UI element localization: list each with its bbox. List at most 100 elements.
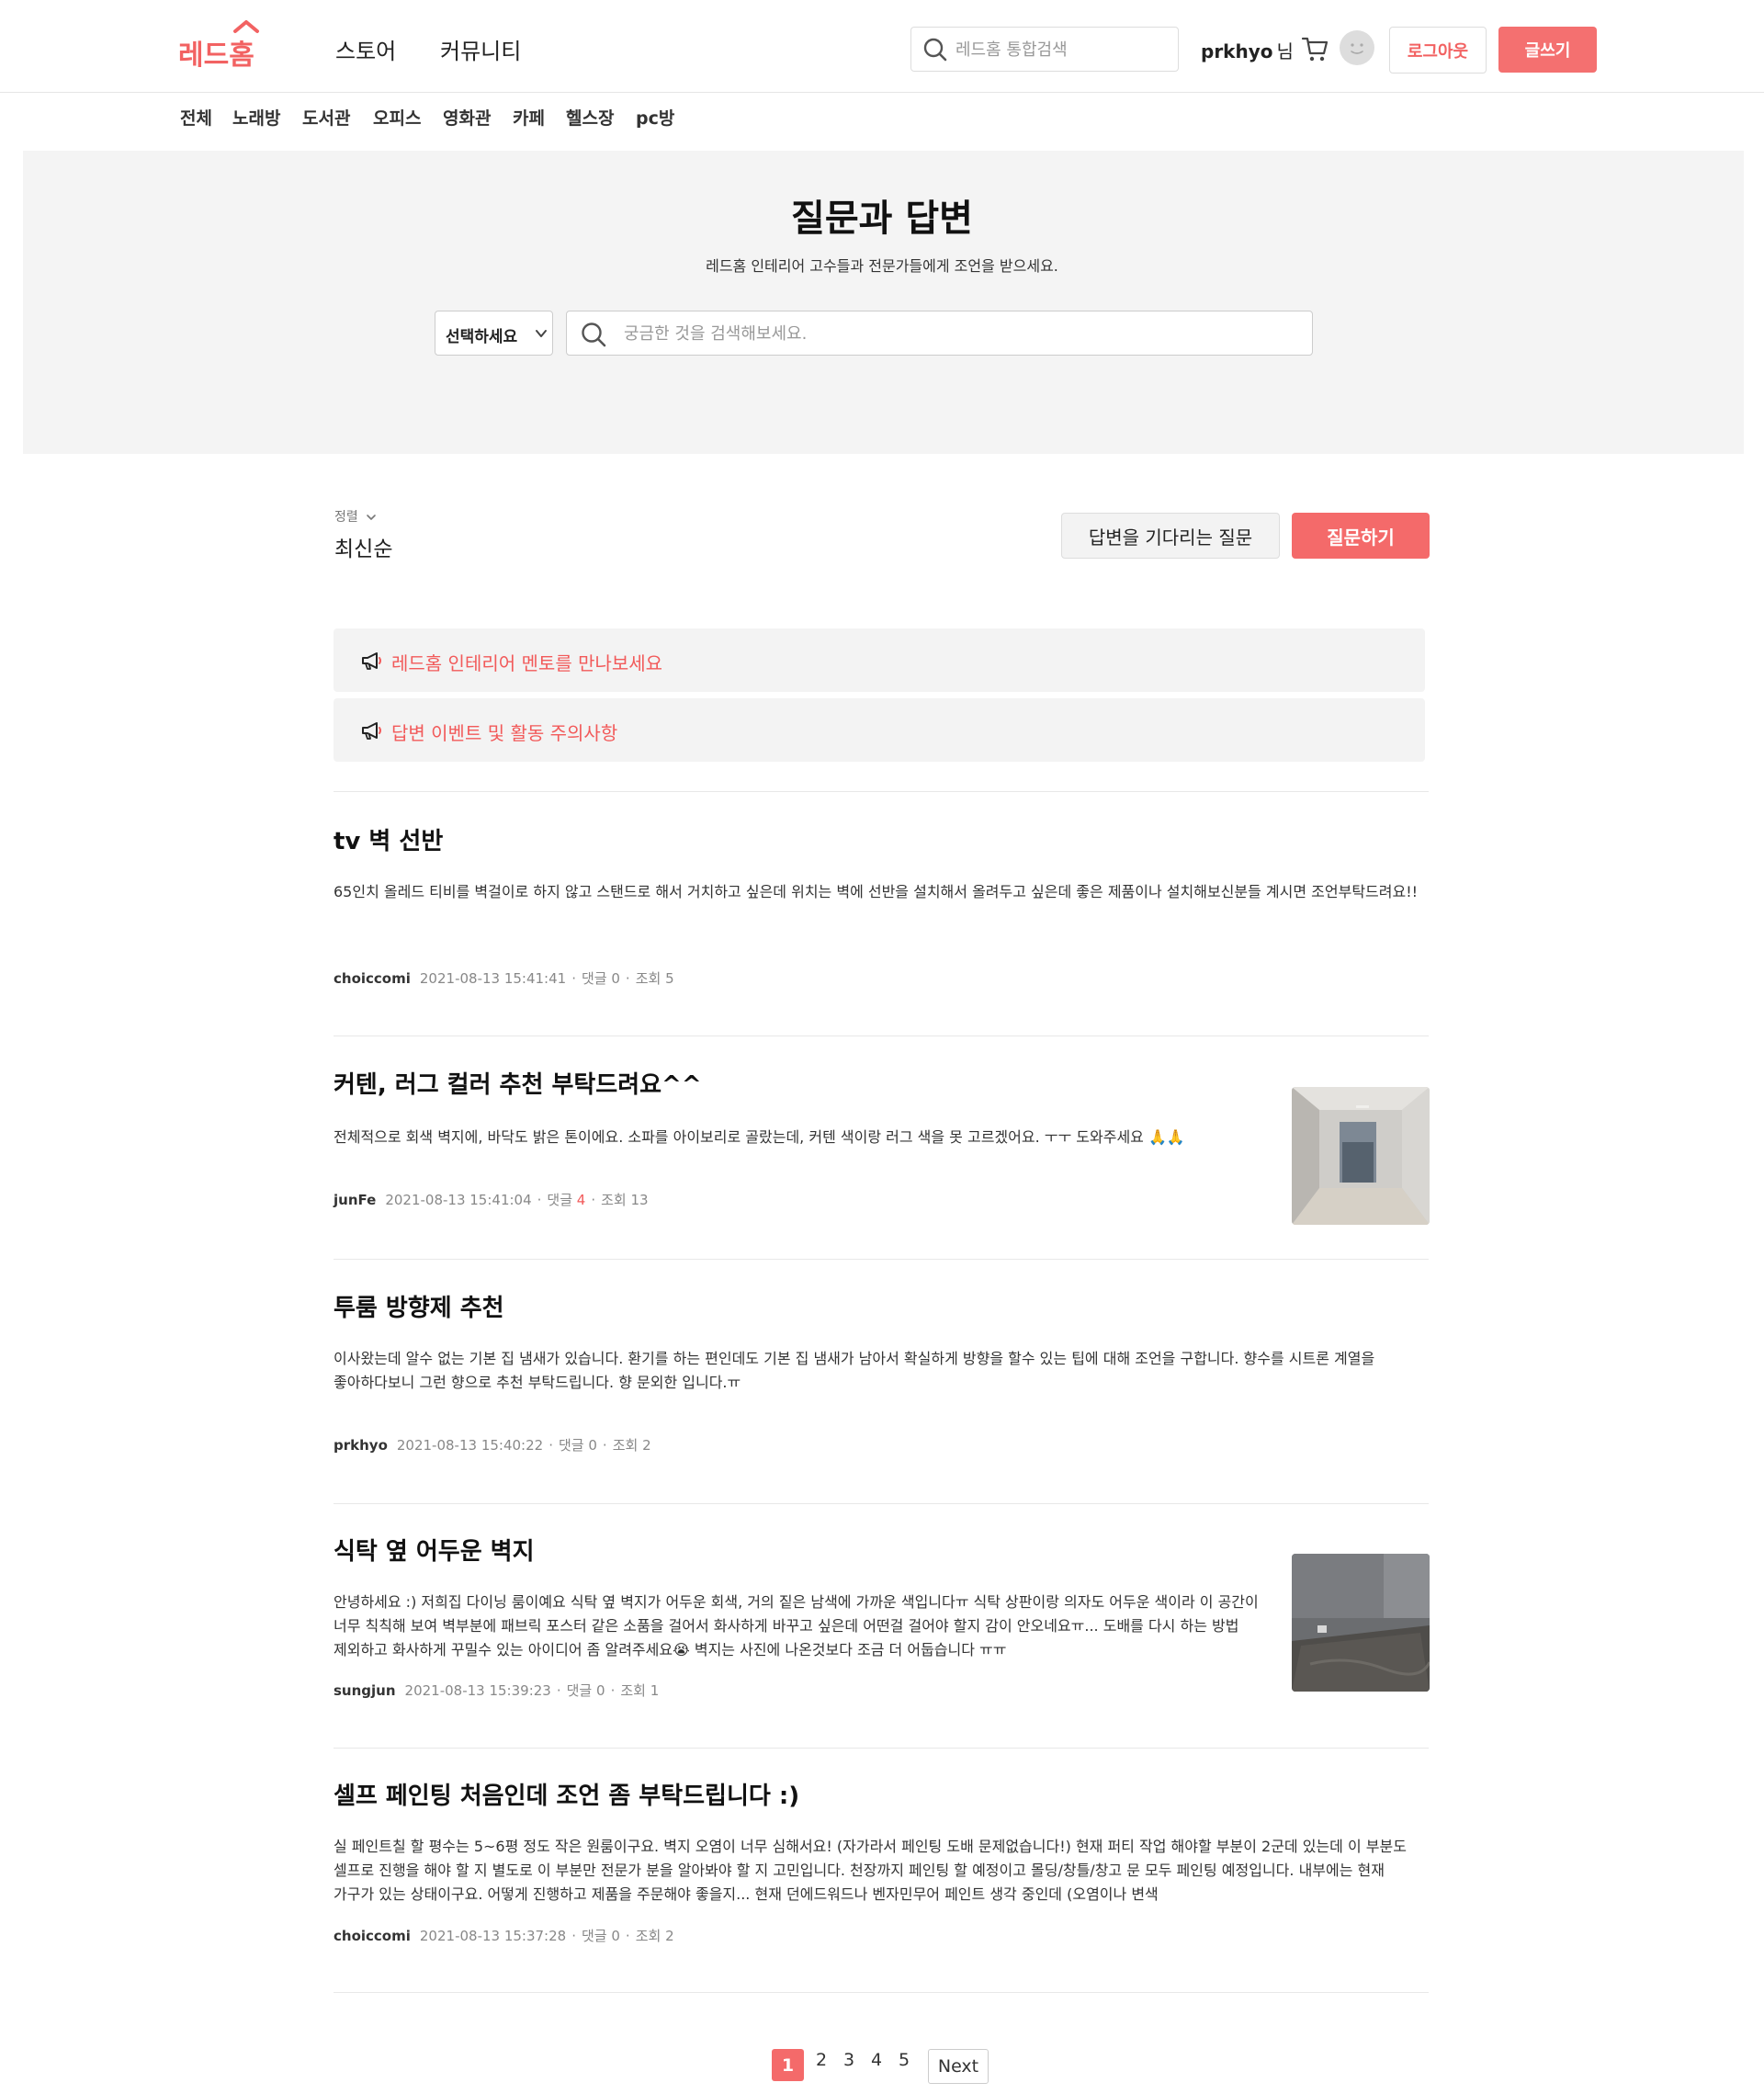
room-photo-image — [1292, 1087, 1430, 1225]
waiting-questions-button[interactable]: 답변을 기다리는 질문 — [1061, 513, 1280, 559]
logo[interactable]: 레드홈 — [178, 20, 266, 74]
sort-value[interactable]: 최신순 — [334, 531, 392, 562]
post-meta: junFe 2021-08-13 15:41:04 · 댓글 4 · 조회 13 — [334, 1192, 649, 1208]
post-author[interactable]: choiccomi — [334, 1928, 411, 1944]
page-link[interactable]: 5 — [899, 2050, 910, 2070]
post-title[interactable]: tv 벽 선반 — [334, 822, 443, 856]
post-comments-label: 댓글 — [558, 1437, 584, 1454]
post-date: 2021-08-13 15:37:28 — [419, 1928, 567, 1944]
global-search-input[interactable] — [956, 35, 1167, 64]
top-header: 레드홈 스토어 커뮤니티 prkhyo님 로그아웃 글쓰기 — [0, 0, 1764, 93]
post-author[interactable]: junFe — [334, 1192, 376, 1208]
logo-icon: 레드홈 — [178, 20, 259, 72]
post-divider — [334, 1748, 1429, 1749]
post-date: 2021-08-13 15:41:41 — [419, 970, 567, 987]
nav-community[interactable]: 커뮤니티 — [440, 33, 521, 65]
post-comments-label: 댓글 — [566, 1682, 593, 1699]
page-link[interactable]: 2 — [816, 2050, 827, 2070]
post-comment-count: 0 — [588, 1437, 597, 1454]
category-select[interactable]: 선택하세요 — [435, 311, 553, 356]
post-excerpt[interactable]: 이사왔는데 알수 없는 기본 집 냄새가 있습니다. 환기를 하는 편인데도 기… — [334, 1347, 1429, 1395]
post-excerpt[interactable]: 65인치 올레드 티비를 벽걸이로 하지 않고 스탠드로 해서 거치하고 싶은데… — [334, 880, 1429, 904]
post-divider — [334, 1992, 1429, 1993]
post-excerpt[interactable]: 전체적으로 회색 벽지에, 바닥도 밝은 톤이에요. 소파를 아이보리로 골랐는… — [334, 1126, 1272, 1149]
post-meta: choiccomi 2021-08-13 15:37:28 · 댓글 0 · 조회 2 — [334, 1928, 674, 1944]
post-title[interactable]: 커텐, 러그 컬러 추천 부탁드려요^^ — [334, 1066, 702, 1100]
post-comments-label: 댓글 — [547, 1192, 573, 1208]
post-thumbnail[interactable] — [1292, 1554, 1430, 1692]
svg-text:레드홈: 레드홈 — [178, 40, 254, 72]
post-divider — [334, 1503, 1429, 1504]
post-divider — [334, 1259, 1429, 1260]
sort-toggle[interactable]: 정렬 — [334, 507, 377, 526]
post-meta: sungjun 2021-08-13 15:39:23 · 댓글 0 · 조회 1 — [334, 1682, 660, 1699]
post-meta: choiccomi 2021-08-13 15:41:41 · 댓글 0 · 조회 5 — [334, 970, 674, 987]
post-view-count: 13 — [630, 1192, 649, 1208]
category-pcroom[interactable]: pc방 — [636, 105, 674, 130]
page-current[interactable]: 1 — [772, 2049, 804, 2081]
post-comment-count: 0 — [596, 1682, 605, 1699]
post-excerpt[interactable]: 안녕하세요 :) 저희집 다이닝 룸이예요 식탁 옆 벽지가 어두운 회색, 거… — [334, 1590, 1272, 1662]
user-name: prkhyo — [1201, 40, 1273, 62]
write-button[interactable]: 글쓰기 — [1498, 27, 1597, 73]
post-comments-label: 댓글 — [581, 970, 607, 987]
notice-text: 레드홈 인테리어 멘토를 만나보세요 — [391, 652, 663, 674]
avatar[interactable] — [1340, 30, 1374, 65]
post-thumbnail[interactable] — [1292, 1087, 1430, 1225]
nav-store[interactable]: 스토어 — [335, 33, 396, 65]
global-search[interactable] — [910, 27, 1179, 72]
post-view-count: 2 — [665, 1928, 674, 1944]
dining-photo-image — [1292, 1554, 1430, 1692]
post-date: 2021-08-13 15:39:23 — [404, 1682, 551, 1699]
notice-text: 답변 이벤트 및 활동 주의사항 — [391, 722, 618, 744]
category-karaoke[interactable]: 노래방 — [232, 105, 280, 130]
post-title[interactable]: 투룸 방향제 추천 — [334, 1289, 504, 1323]
notice-item[interactable]: 레드홈 인테리어 멘토를 만나보세요 — [334, 628, 1425, 692]
category-all[interactable]: 전체 — [180, 105, 212, 130]
post-comment-count: 0 — [611, 970, 620, 987]
page-link[interactable]: 3 — [843, 2050, 854, 2070]
post-meta: prkhyo 2021-08-13 15:40:22 · 댓글 0 · 조회 2 — [334, 1437, 651, 1454]
next-page-button[interactable]: Next — [928, 2049, 989, 2084]
post-date: 2021-08-13 15:41:04 — [385, 1192, 532, 1208]
post-author[interactable]: choiccomi — [334, 970, 411, 987]
post-excerpt[interactable]: 실 페인트칠 할 평수는 5~6평 정도 작은 원룸이구요. 벽지 오염이 너무… — [334, 1835, 1429, 1907]
page-link[interactable]: 4 — [871, 2050, 882, 2070]
megaphone-icon — [362, 652, 381, 670]
post-view-count: 1 — [650, 1682, 660, 1699]
page-subtitle: 레드홈 인테리어 고수들과 전문가들에게 조언을 받으세요. — [706, 257, 1058, 275]
category-gym[interactable]: 헬스장 — [566, 105, 614, 130]
question-search[interactable] — [566, 311, 1313, 356]
page-title: 질문과 답변 — [791, 198, 973, 240]
post-view-count: 5 — [665, 970, 674, 987]
search-icon — [582, 323, 606, 347]
chevron-down-icon — [536, 330, 547, 337]
post-divider — [334, 791, 1429, 792]
category-cinema[interactable]: 영화관 — [443, 105, 491, 130]
avatar-face-icon — [1351, 43, 1363, 54]
post-view-count: 2 — [642, 1437, 651, 1454]
cart-icon[interactable] — [1301, 34, 1330, 63]
post-comment-count: 0 — [611, 1928, 620, 1944]
post-views-label: 조회 — [635, 970, 662, 987]
post-title[interactable]: 식탁 옆 어두운 벽지 — [334, 1533, 535, 1567]
post-title[interactable]: 셀프 페인팅 처음인데 조언 좀 부탁드립니다 :) — [334, 1777, 799, 1811]
logout-button[interactable]: 로그아웃 — [1389, 27, 1487, 74]
post-author[interactable]: prkhyo — [334, 1437, 388, 1454]
category-select-label: 선택하세요 — [446, 328, 518, 346]
post-views-label: 조회 — [620, 1682, 646, 1699]
post-author[interactable]: sungjun — [334, 1682, 396, 1699]
category-library[interactable]: 도서관 — [302, 105, 350, 130]
category-office[interactable]: 오피스 — [373, 105, 421, 130]
question-search-input[interactable] — [624, 319, 1285, 348]
post-views-label: 조회 — [601, 1192, 627, 1208]
post-comment-count: 4 — [576, 1192, 586, 1208]
post-views-label: 조회 — [612, 1437, 639, 1454]
notice-item[interactable]: 답변 이벤트 및 활동 주의사항 — [334, 698, 1425, 762]
sort-label: 정렬 — [334, 510, 358, 525]
chevron-down-icon — [367, 515, 377, 520]
megaphone-icon — [362, 722, 381, 740]
ask-question-button[interactable]: 질문하기 — [1292, 513, 1430, 559]
category-cafe[interactable]: 카페 — [513, 105, 545, 130]
search-icon — [923, 38, 947, 62]
